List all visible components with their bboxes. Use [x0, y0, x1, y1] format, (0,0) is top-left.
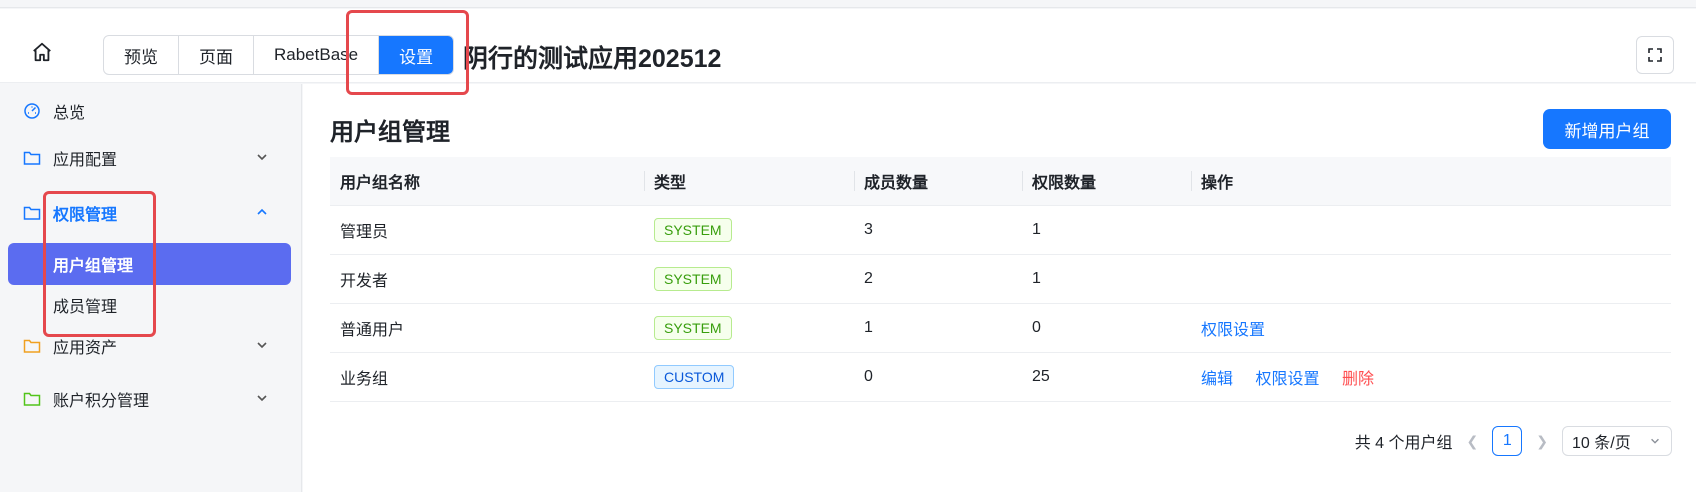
actions-cell	[1191, 205, 1671, 255]
pagination: 共 4 个用户组 ❮ 1 ❯ 10 条/页	[1355, 426, 1672, 456]
type-tag: SYSTEM	[654, 266, 732, 291]
page-number[interactable]: 1	[1492, 426, 1523, 456]
sidebar-item-permissions[interactable]: 权限管理	[8, 192, 291, 234]
sidebar-item-points[interactable]: 账户积分管理	[8, 378, 291, 420]
permission-settings-link[interactable]: 权限设置	[1255, 371, 1319, 388]
sidebar: 总览 应用配置 权限管理 用户组管理 成员管理 应用资产 账户积分管理	[0, 84, 302, 492]
sidebar-item-label: 应用资产	[53, 340, 118, 357]
member-count: 0	[854, 352, 1022, 402]
group-name: 业务组	[330, 352, 644, 402]
permission-count: 0	[1022, 303, 1191, 353]
top-strip	[0, 0, 1696, 8]
table-row: 业务组 CUSTOM 0 25 编辑 权限设置 删除	[330, 352, 1671, 402]
permission-count: 1	[1022, 254, 1191, 304]
folder-icon	[23, 337, 41, 355]
tab-page[interactable]: 页面	[179, 36, 254, 74]
page-title: 用户组管理	[330, 119, 450, 146]
sidebar-item-app-assets[interactable]: 应用资产	[8, 325, 291, 367]
type-tag: CUSTOM	[654, 364, 735, 389]
chevron-down-icon	[1651, 438, 1659, 444]
table-row: 管理员 SYSTEM 3 1	[330, 205, 1671, 255]
member-count: 2	[854, 254, 1022, 304]
page-size-select[interactable]: 10 条/页	[1562, 426, 1672, 456]
permission-settings-link[interactable]: 权限设置	[1201, 322, 1265, 339]
fullscreen-icon	[1648, 48, 1662, 62]
table-row: 开发者 SYSTEM 2 1	[330, 254, 1671, 304]
actions-cell: 权限设置	[1191, 303, 1671, 353]
chevron-up-icon	[257, 208, 267, 215]
column-header: 操作	[1191, 157, 1671, 206]
sidebar-item-overview[interactable]: 总览	[8, 90, 291, 132]
chevron-down-icon	[257, 395, 267, 402]
chevron-down-icon	[257, 154, 267, 161]
member-count: 1	[854, 303, 1022, 353]
table-header-row: 用户组名称 类型 成员数量 权限数量 操作	[330, 157, 1671, 206]
dashboard-icon	[23, 102, 41, 120]
group-name: 开发者	[330, 254, 644, 304]
actions-cell	[1191, 254, 1671, 304]
home-button[interactable]	[22, 32, 62, 72]
add-user-group-button[interactable]: 新增用户组	[1543, 109, 1671, 149]
actions-cell: 编辑 权限设置 删除	[1191, 352, 1671, 402]
permission-count: 1	[1022, 205, 1191, 255]
folder-icon	[23, 204, 41, 222]
total-count: 共 4 个用户组	[1354, 435, 1453, 452]
type-tag: SYSTEM	[654, 315, 732, 340]
type-tag: SYSTEM	[654, 217, 732, 242]
edit-link[interactable]: 编辑	[1201, 371, 1233, 388]
fullscreen-button[interactable]	[1636, 36, 1674, 74]
tab-preview[interactable]: 预览	[104, 36, 179, 74]
column-header: 类型	[644, 157, 854, 206]
group-name: 普通用户	[330, 303, 644, 353]
folder-icon	[23, 149, 41, 167]
sidebar-subitem-members[interactable]: 成员管理	[8, 284, 291, 326]
column-header: 用户组名称	[330, 157, 644, 206]
next-page-icon[interactable]: ❯	[1536, 433, 1548, 450]
delete-link[interactable]: 删除	[1342, 371, 1374, 388]
group-name: 管理员	[330, 205, 644, 255]
app-header: 预览 页面 RabetBase 设置 阴行的测试应用202512	[0, 9, 1696, 83]
sidebar-subitem-user-groups[interactable]: 用户组管理	[8, 243, 291, 285]
prev-page-icon[interactable]: ❮	[1467, 433, 1479, 450]
sidebar-item-label: 总览	[53, 105, 86, 122]
mode-tabs: 预览 页面 RabetBase 设置	[103, 35, 455, 75]
table-row: 普通用户 SYSTEM 1 0 权限设置	[330, 303, 1671, 353]
sidebar-item-app-config[interactable]: 应用配置	[8, 137, 291, 179]
permission-count: 25	[1022, 352, 1191, 402]
column-header: 权限数量	[1022, 157, 1191, 206]
column-header: 成员数量	[854, 157, 1022, 206]
sidebar-item-label: 权限管理	[53, 207, 118, 224]
user-group-table: 用户组名称 类型 成员数量 权限数量 操作 管理员 SYSTEM 3 1 开发者…	[330, 157, 1671, 402]
app-title: 阴行的测试应用202512	[463, 45, 722, 73]
tab-rabetbase[interactable]: RabetBase	[254, 36, 380, 74]
member-count: 3	[854, 205, 1022, 255]
folder-icon	[23, 390, 41, 408]
sidebar-item-label: 账户积分管理	[53, 393, 150, 410]
home-icon	[33, 42, 51, 62]
main-content: 用户组管理 新增用户组 用户组名称 类型 成员数量 权限数量 操作 管理员 SY…	[303, 84, 1696, 492]
sidebar-item-label: 应用配置	[53, 152, 118, 169]
tab-settings[interactable]: 设置	[379, 36, 454, 74]
chevron-down-icon	[257, 342, 267, 349]
